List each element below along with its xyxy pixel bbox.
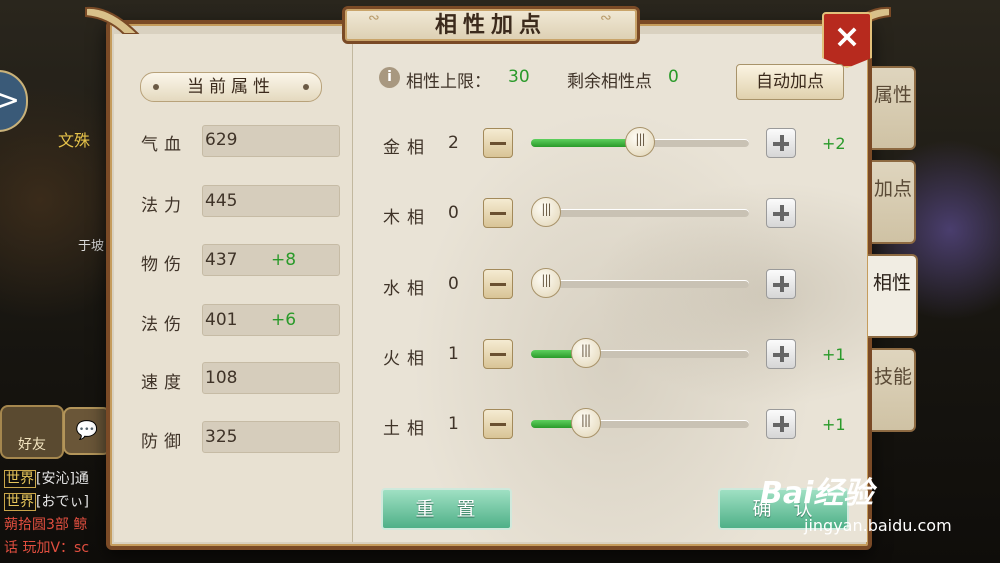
stat-label-physical-damage: 物伤 <box>141 255 187 275</box>
current-attributes-column <box>114 34 353 542</box>
wood-plus-button[interactable] <box>766 198 796 228</box>
tab-attributes[interactable]: 属性 <box>872 66 916 150</box>
remaining-points-label: 剩余相性点 <box>567 72 652 92</box>
fire-minus-button[interactable] <box>483 339 513 369</box>
metal-plus-button[interactable] <box>766 128 796 158</box>
stat-value-magic-damage: 401 <box>205 310 238 330</box>
element-label-fire: 火相 <box>383 349 431 369</box>
element-value-water: 0 <box>448 274 459 294</box>
element-bonus-metal: +2 <box>822 134 846 153</box>
water-plus-button[interactable] <box>766 269 796 299</box>
panel-title-plate: 相性加点 <box>342 6 640 44</box>
tab-skills[interactable]: 技能 <box>872 348 916 432</box>
element-label-earth: 土相 <box>383 419 431 439</box>
wood-slider[interactable] <box>531 197 749 227</box>
chat-line: 话 玩加V：sc <box>4 540 90 556</box>
affinity-limit-label: 相性上限： <box>406 72 491 92</box>
water-minus-button[interactable] <box>483 269 513 299</box>
stat-label-hp: 气血 <box>141 135 187 155</box>
stat-value-physical-damage: 437 <box>205 250 238 270</box>
chat-line: 世界 [安沁]通 <box>4 470 89 488</box>
earth-minus-button[interactable] <box>483 409 513 439</box>
element-bonus-earth: +1 <box>822 415 846 434</box>
stat-value-mana: 445 <box>205 191 238 211</box>
stat-label-magic-damage: 法伤 <box>141 315 187 335</box>
current-attributes-title: 当前属性 <box>187 77 275 97</box>
chat-line: 世界 [おでぃ] <box>4 493 89 511</box>
tab-affinity[interactable]: 相性 <box>868 254 918 338</box>
earth-plus-button[interactable] <box>766 409 796 439</box>
close-button[interactable]: × <box>822 12 872 68</box>
cloud-ornament-icon: ∾ <box>368 10 380 26</box>
element-label-metal: 金相 <box>383 138 431 158</box>
fire-slider[interactable] <box>531 338 749 368</box>
metal-minus-button[interactable] <box>483 128 513 158</box>
wood-minus-button[interactable] <box>483 198 513 228</box>
header-dot-icon <box>153 84 159 90</box>
slider-knob[interactable] <box>531 197 561 227</box>
baidu-watermark: Bai经验 jingyan.baidu.com <box>760 468 952 535</box>
chat-log: 世界 [安沁]通 世界 [おでぃ] 蒴拾圆3部 鲸 话 玩加V：sc <box>4 468 112 560</box>
watermark-url: jingyan.baidu.com <box>804 516 952 535</box>
slider-knob[interactable] <box>570 338 601 368</box>
header-dot-icon <box>303 84 309 90</box>
watermark-brand: Bai经验 <box>760 476 874 511</box>
frame-corner-ornament-icon <box>85 6 140 35</box>
slider-fill <box>531 139 640 147</box>
stat-bonus-magic-damage: +6 <box>271 310 297 330</box>
info-icon[interactable]: i <box>379 67 400 88</box>
stat-value-defense: 325 <box>205 427 238 447</box>
friend-button[interactable]: 好友 <box>0 405 64 459</box>
panel-title: 相性加点 <box>434 13 547 38</box>
stat-label-mana: 法力 <box>141 196 187 216</box>
stat-value-speed: 108 <box>205 368 238 388</box>
element-label-water: 水相 <box>383 279 431 299</box>
fire-plus-button[interactable] <box>766 339 796 369</box>
chat-line: 蒴拾圆3部 鲸 <box>4 517 88 533</box>
element-label-wood: 木相 <box>383 208 431 228</box>
element-value-earth: 1 <box>448 414 459 434</box>
metal-slider[interactable] <box>531 127 749 157</box>
current-attributes-header: 当前属性 <box>140 72 322 102</box>
reset-button[interactable]: 重置 <box>381 488 512 530</box>
slider-knob[interactable] <box>625 127 655 157</box>
slider-knob[interactable] <box>531 268 561 298</box>
stat-value-hp: 629 <box>205 130 238 150</box>
element-bonus-fire: +1 <box>822 345 846 364</box>
npc-name-label: 文殊 <box>58 131 91 150</box>
stat-bonus-physical-damage: +8 <box>271 250 297 270</box>
element-value-fire: 1 <box>448 344 459 364</box>
cloud-ornament-icon: ∾ <box>600 10 612 26</box>
element-value-metal: 2 <box>448 133 459 153</box>
stat-label-speed: 速度 <box>141 373 187 393</box>
remaining-points-value: 0 <box>668 67 679 87</box>
npc-name-label-2: 于坡 <box>78 239 105 254</box>
slider-knob[interactable] <box>570 408 601 438</box>
chat-bubble-icon[interactable]: 💬 <box>63 407 111 455</box>
earth-slider[interactable] <box>531 408 749 438</box>
element-value-wood: 0 <box>448 203 459 223</box>
stat-label-defense: 防御 <box>141 432 187 452</box>
tab-add-points[interactable]: 加点 <box>872 160 916 244</box>
auto-allocate-button[interactable]: 自动加点 <box>736 64 844 100</box>
affinity-limit-value: 30 <box>508 67 530 87</box>
water-slider[interactable] <box>531 268 749 298</box>
